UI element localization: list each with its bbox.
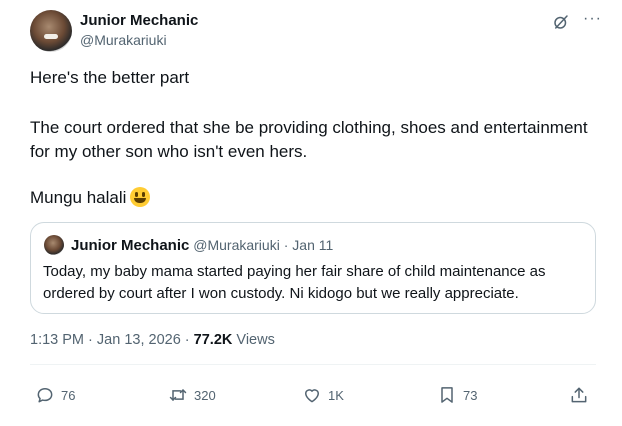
- bookmark-count: 73: [463, 387, 478, 403]
- heart-icon: [305, 389, 319, 403]
- tweet-date[interactable]: Jan 13, 2026: [97, 332, 181, 348]
- bookmark-button[interactable]: 73: [437, 384, 477, 406]
- meta-separator-2: ·: [184, 332, 190, 348]
- quoted-tweet-text: Today, my baby mama started paying her f…: [43, 263, 546, 302]
- tweet-text-line-1: Here's the better part: [30, 68, 190, 87]
- tweet-text-line-3-text: Mungu halali: [30, 188, 127, 207]
- quoted-tweet-header: Junior Mechanic @Murakariuki · Jan 11: [71, 237, 333, 254]
- quoted-date: Jan 11: [292, 237, 334, 253]
- like-count: 1K: [328, 387, 344, 403]
- quoted-tweet[interactable]: Junior Mechanic @Murakariuki · Jan 11 To…: [30, 222, 596, 314]
- share-icon: [571, 387, 587, 403]
- meta-separator-1: ·: [88, 332, 93, 348]
- tweet-meta: 1:13 PM · Jan 13, 2026 · 77.2K Views: [30, 332, 275, 348]
- bookmark-icon: [441, 387, 453, 403]
- reply-icon: [37, 388, 53, 403]
- grinning-face-icon: [130, 187, 151, 207]
- views-label: Views: [236, 332, 275, 348]
- quoted-separator: ·: [283, 237, 289, 253]
- reply-count: 76: [61, 387, 76, 403]
- views-count: 77.2K: [193, 332, 233, 348]
- divider: [30, 364, 596, 365]
- tweet-time[interactable]: 1:13 PM: [30, 332, 84, 348]
- tweet-text-line-2: The court ordered that she be providing …: [30, 118, 588, 161]
- reply-button[interactable]: 76: [35, 384, 75, 406]
- retweet-button[interactable]: 320: [168, 384, 216, 406]
- author-avatar[interactable]: [30, 10, 72, 52]
- quoted-author-name: Junior Mechanic: [71, 237, 190, 254]
- grok-icon[interactable]: [552, 13, 570, 31]
- quoted-author-avatar: [44, 235, 64, 255]
- more-icon[interactable]: ···: [583, 10, 602, 28]
- author-handle[interactable]: @Murakariuki: [80, 32, 167, 48]
- quoted-author-handle: @Murakariuki: [193, 237, 280, 253]
- like-button[interactable]: 1K: [302, 384, 344, 406]
- author-name[interactable]: Junior Mechanic: [80, 12, 198, 29]
- tweet-container: Junior Mechanic @Murakariuki ··· Here's …: [0, 0, 622, 426]
- retweet-icon: [169, 389, 187, 401]
- share-button[interactable]: [569, 384, 595, 406]
- retweet-count: 320: [194, 387, 216, 403]
- tweet-text-line-3: Mungu halali: [30, 186, 590, 210]
